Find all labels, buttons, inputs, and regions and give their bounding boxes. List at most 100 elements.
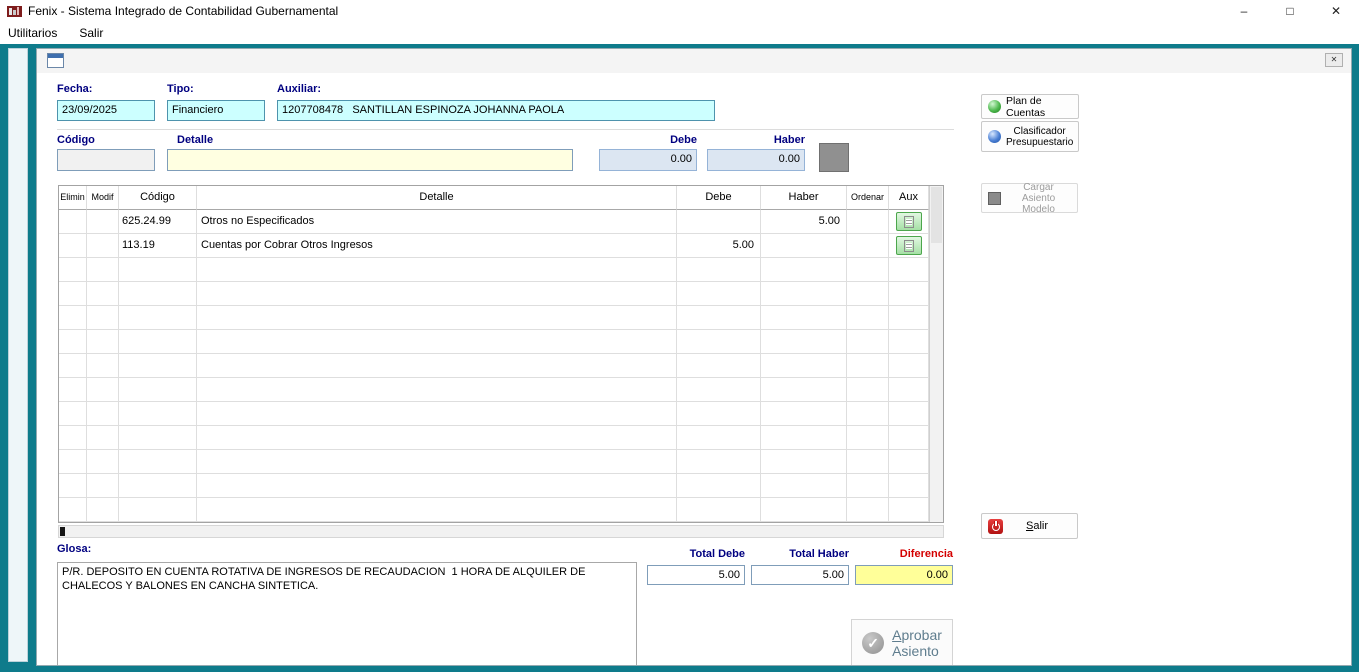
table-row[interactable]	[59, 426, 929, 450]
haber-input[interactable]: 0.00	[707, 149, 805, 171]
minimize-button[interactable]: –	[1221, 0, 1267, 22]
grid-cell	[847, 234, 889, 258]
grid-cell: Otros no Especificados	[197, 210, 677, 234]
grid-cell	[59, 498, 87, 522]
glosa-label: Glosa:	[57, 543, 91, 555]
codigo-input[interactable]	[57, 149, 155, 171]
power-icon	[988, 519, 1003, 534]
grid-cell	[847, 402, 889, 426]
total-haber-label: Total Haber	[751, 548, 849, 560]
grid-cell	[677, 210, 761, 234]
grid-cell	[59, 426, 87, 450]
grid-cell	[119, 474, 197, 498]
check-icon: ✓	[862, 632, 884, 654]
grid-cell	[87, 450, 119, 474]
grid-cell	[59, 474, 87, 498]
fecha-label: Fecha:	[57, 83, 92, 95]
grid-cell	[889, 258, 929, 282]
grid-cell	[761, 234, 847, 258]
grid-cell	[87, 474, 119, 498]
aux-button[interactable]	[896, 212, 922, 231]
grid-cell	[119, 306, 197, 330]
window-controls: – □ ✕	[1221, 0, 1359, 22]
grid-cell	[761, 474, 847, 498]
scrollbar-thumb[interactable]	[60, 527, 65, 536]
menu-utilitarios[interactable]: Utilitarios	[8, 26, 57, 40]
table-row[interactable]	[59, 450, 929, 474]
window-title: Fenix - Sistema Integrado de Contabilida…	[28, 4, 338, 18]
close-button[interactable]: ✕	[1313, 0, 1359, 22]
plan-de-cuentas-button[interactable]: Plan de Cuentas	[981, 94, 1079, 119]
grid-cell	[119, 498, 197, 522]
table-row[interactable]: 113.19Cuentas por Cobrar Otros Ingresos5…	[59, 234, 929, 258]
grid-cell: 625.24.99	[119, 210, 197, 234]
grid-cell	[87, 402, 119, 426]
grid-cell	[889, 330, 929, 354]
salir-button[interactable]: Salir	[981, 513, 1078, 539]
clasificador-presupuestario-button[interactable]: Clasificador Presupuestario	[981, 121, 1079, 152]
table-row[interactable]	[59, 330, 929, 354]
grid-cell	[677, 426, 761, 450]
grid-main: EliminModifCódigoDetalleDebeHaberOrdenar…	[59, 186, 929, 522]
grid-cell	[87, 330, 119, 354]
grid-cell	[677, 402, 761, 426]
add-entry-button[interactable]	[819, 143, 849, 172]
grid-cell	[847, 498, 889, 522]
grid-cell	[197, 498, 677, 522]
grid-cell	[889, 234, 929, 258]
grid-cell	[889, 498, 929, 522]
grid-cell	[119, 450, 197, 474]
grid-cell	[889, 210, 929, 234]
grid-body: 625.24.99Otros no Especificados5.00113.1…	[59, 210, 929, 522]
child-close-button[interactable]: ✕	[1325, 53, 1343, 67]
maximize-button[interactable]: □	[1267, 0, 1313, 22]
table-row[interactable]	[59, 282, 929, 306]
grid-cell	[677, 282, 761, 306]
cargar-asiento-label: Cargar Asiento Modelo	[1006, 182, 1071, 215]
grid-cell	[761, 378, 847, 402]
mdi-workspace: ✕ Fecha: Tipo: Auxiliar: 23/09/2025 Fina…	[0, 44, 1359, 672]
grid-cell	[59, 402, 87, 426]
table-row[interactable]	[59, 306, 929, 330]
side-panel	[8, 48, 28, 662]
app-window: Fenix - Sistema Integrado de Contabilida…	[0, 0, 1359, 672]
blue-globe-icon	[988, 130, 1001, 143]
vertical-scrollbar[interactable]	[929, 186, 943, 522]
codigo-label: Código	[57, 134, 95, 146]
tipo-field[interactable]: Financiero	[167, 100, 265, 121]
grid-cell	[677, 474, 761, 498]
aprobar-asiento-button[interactable]: ✓ Aprobar Asiento	[851, 619, 953, 666]
aprobar-label-line1: Aprobar	[892, 627, 942, 643]
grid-cell	[87, 282, 119, 306]
glosa-textarea[interactable]: P/R. DEPOSITO EN CUENTA ROTATIVA DE INGR…	[57, 562, 637, 666]
table-row[interactable]	[59, 378, 929, 402]
total-debe-field: 5.00	[647, 565, 745, 585]
grid-cell	[59, 282, 87, 306]
horizontal-scrollbar[interactable]	[58, 525, 944, 538]
grid-cell	[847, 450, 889, 474]
grid-cell	[87, 378, 119, 402]
detalle-input[interactable]	[167, 149, 573, 171]
scrollbar-thumb[interactable]	[931, 187, 942, 243]
table-row[interactable]	[59, 402, 929, 426]
table-row[interactable]: 625.24.99Otros no Especificados5.00	[59, 210, 929, 234]
grid-cell	[197, 450, 677, 474]
grid-cell	[119, 426, 197, 450]
grid-header-cell: Aux	[889, 186, 929, 210]
grid-header-cell: Modif	[87, 186, 119, 210]
fecha-field[interactable]: 23/09/2025	[57, 100, 155, 121]
table-row[interactable]	[59, 498, 929, 522]
cargar-asiento-modelo-button[interactable]: Cargar Asiento Modelo	[981, 183, 1078, 213]
grid-cell	[197, 378, 677, 402]
grid-cell	[59, 234, 87, 258]
aprobar-label: Aprobar Asiento	[892, 627, 942, 659]
menu-salir[interactable]: Salir	[79, 26, 103, 40]
table-row[interactable]	[59, 354, 929, 378]
auxiliar-field[interactable]: 1207708478 SANTILLAN ESPINOZA JOHANNA PA…	[277, 100, 715, 121]
table-row[interactable]	[59, 258, 929, 282]
grid-cell	[197, 474, 677, 498]
debe-input[interactable]: 0.00	[599, 149, 697, 171]
aux-button[interactable]	[896, 236, 922, 255]
table-row[interactable]	[59, 474, 929, 498]
grid-cell	[59, 330, 87, 354]
